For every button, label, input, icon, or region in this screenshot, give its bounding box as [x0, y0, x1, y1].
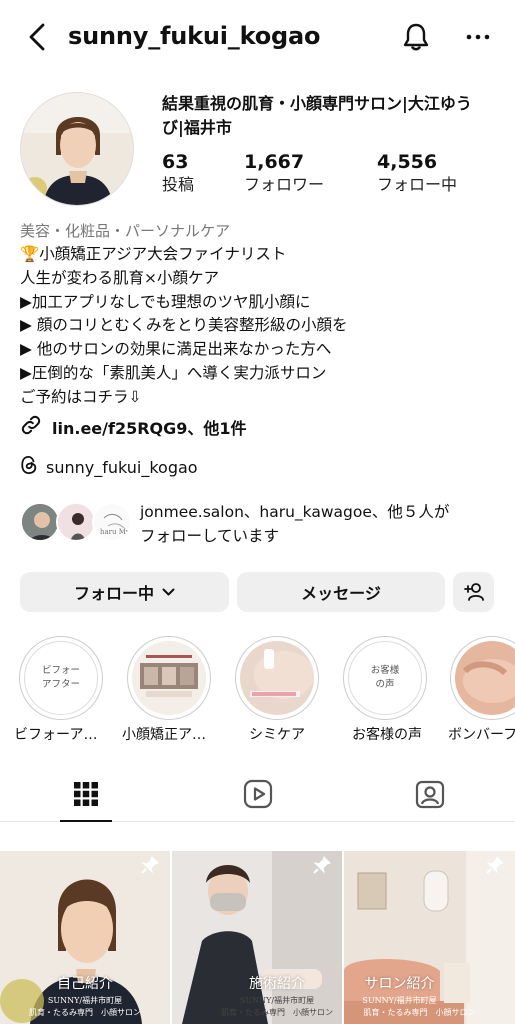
tagged-icon — [415, 779, 445, 809]
pin-icon — [140, 855, 160, 879]
profile-link[interactable]: lin.ee/f25RQG9、他1件 — [20, 414, 247, 440]
mutual-avatar-caption: haru My — [100, 528, 130, 536]
post-thumbnail[interactable]: 施術紹介 SUNNY/福井市町屋 肌育・たるみ専門 小顔サロン — [172, 851, 342, 1024]
more-dots-icon[interactable] — [462, 22, 494, 52]
post-title: サロン紹介 — [364, 976, 435, 992]
post-subtitle: SUNNY/福井市町屋 — [362, 996, 437, 1005]
bio-line: ▶圧倒的な「素肌美人」へ導く実力派サロン — [20, 363, 327, 382]
pin-icon — [312, 855, 332, 879]
highlight-cover-text: アフター — [41, 679, 80, 690]
active-tab-indicator — [60, 820, 112, 822]
highlight-cover-text: ビフォー — [41, 665, 80, 676]
highlight-ring — [450, 636, 515, 720]
avatar — [20, 502, 60, 542]
post-subtitle: 肌育・たるみ専門 小顔サロン — [363, 1008, 476, 1017]
bio-line: 🏆小顔矯正アジア大会ファイナリスト — [20, 245, 287, 263]
bio-line: ▶ 顔のコリとむくみをとり美容整形級の小顔を — [20, 316, 348, 335]
profile-header: sunny_fukui_kogao — [0, 0, 515, 76]
bio-line: 人生が変わる肌育×小顔ケア — [20, 268, 219, 287]
post-thumbnail[interactable]: 自己紹介 SUNNY/福井市町屋 肌育・たるみ専門 小顔サロン — [0, 851, 170, 1024]
threads-handle: sunny_fukui_kogao — [46, 457, 198, 477]
highlight-ring: ビフォー アフター — [19, 636, 103, 720]
highlight-label: ボンバーフ — [448, 727, 515, 743]
highlight-before-after[interactable]: ビフォー アフター — [18, 636, 104, 720]
bio-line: ▶加工アプリなしでも理想のツヤ肌小顔に — [20, 292, 311, 311]
grid-icon — [73, 781, 99, 807]
message-button-label: メッセージ — [301, 584, 381, 603]
stat-posts[interactable]: 63 投稿 — [162, 150, 194, 196]
stat-following-label: フォロー中 — [377, 175, 458, 194]
profile-tabs — [0, 766, 515, 822]
highlight-customer-voice[interactable]: お客様 の声 — [342, 636, 428, 720]
avatar — [56, 502, 96, 542]
chevron-down-icon — [162, 588, 175, 597]
pin-icon — [485, 855, 505, 879]
stat-posts-label: 投稿 — [162, 175, 195, 194]
header-username: sunny_fukui_kogao — [68, 22, 321, 50]
highlight-cover-text: お客様 — [370, 665, 400, 676]
post-title: 施術紹介 — [249, 976, 305, 992]
mutual-text-line: フォローしています — [140, 527, 280, 545]
highlight-label: シミケア — [249, 727, 305, 743]
post-title: 自己紹介 — [57, 976, 113, 992]
profile-avatar[interactable] — [20, 92, 134, 206]
highlight-label: ビフォーア… — [14, 727, 98, 743]
post-subtitle: SUNNY/福井市町屋 — [239, 996, 315, 1005]
add-person-button[interactable] — [453, 572, 494, 612]
mutual-followers[interactable]: haru My jonmee.salon、haru_kawagoe、他５人が フ… — [20, 500, 449, 546]
avatar: haru My — [92, 502, 132, 542]
message-button[interactable]: メッセージ — [237, 572, 445, 612]
profile-display-name: 結果重視の肌育・小顔専門サロン|大江ゆうび|福井市 — [162, 94, 472, 137]
highlight-ring — [235, 636, 319, 720]
tab-reels[interactable] — [172, 766, 343, 822]
profile-category: 美容・化粧品・パーソナルケア — [20, 222, 231, 240]
highlight-spot-care[interactable] — [234, 636, 320, 720]
profile-bio: 🏆小顔矯正アジア大会ファイナリスト 人生が変わる肌育×小顔ケア ▶加工アプリなし… — [20, 243, 500, 410]
highlight-label: お客様の声 — [352, 727, 422, 743]
back-chevron-icon[interactable] — [22, 20, 52, 54]
stat-followers[interactable]: 1,667 フォロワー — [244, 150, 324, 196]
stat-followers-label: フォロワー — [244, 175, 325, 194]
highlight-cover-text: の声 — [375, 679, 395, 690]
highlight-ring — [127, 636, 211, 720]
tab-grid[interactable] — [0, 766, 171, 822]
bio-line: ご予約はコチラ⇩ — [20, 387, 142, 406]
threads-badge[interactable]: sunny_fukui_kogao — [20, 455, 198, 479]
profile-link-text: lin.ee/f25RQG9、他1件 — [52, 419, 247, 438]
highlight-ring: お客様 の声 — [343, 636, 427, 720]
highlight-bomber[interactable] — [450, 636, 515, 720]
highlight-label: 小顔矯正ア… — [122, 727, 206, 743]
mutual-followers-text: jonmee.salon、haru_kawagoe、他５人が フォローしています — [140, 500, 515, 548]
bell-icon[interactable] — [400, 20, 432, 54]
following-button-label: フォロー中 — [73, 584, 154, 603]
highlight-cover — [455, 641, 515, 715]
bio-line: ▶ 他のサロンの効果に満足出来なかった方へ — [20, 340, 332, 359]
stat-following[interactable]: 4,556 フォロー中 — [377, 150, 457, 196]
mutual-text-line: jonmee.salon、haru_kawagoe、他５人が — [140, 503, 450, 521]
post-subtitle: SUNNY/福井市町屋 — [47, 996, 123, 1005]
add-person-icon — [463, 582, 485, 602]
highlight-cover — [132, 641, 206, 715]
highlight-cover — [240, 641, 314, 715]
tab-tagged[interactable] — [344, 766, 515, 822]
stat-following-value: 4,556 — [377, 151, 438, 173]
reels-icon — [243, 779, 273, 809]
threads-icon — [20, 455, 38, 479]
highlight-cover: ビフォー アフター — [24, 641, 98, 715]
following-button[interactable]: フォロー中 — [20, 572, 229, 612]
mutual-avatars: haru My — [20, 500, 132, 546]
stat-followers-value: 1,667 — [244, 151, 305, 173]
post-thumbnail[interactable]: サロン紹介 SUNNY/福井市町屋 肌育・たるみ専門 小顔サロン — [344, 851, 515, 1024]
highlight-cover: お客様 の声 — [348, 641, 422, 715]
post-subtitle: 肌育・たるみ専門 小顔サロン — [29, 1008, 141, 1017]
post-subtitle: 肌育・たるみ専門 小顔サロン — [221, 1008, 333, 1017]
highlight-face-correction[interactable] — [126, 636, 212, 720]
stat-posts-value: 63 — [162, 151, 189, 173]
link-icon — [20, 414, 42, 440]
